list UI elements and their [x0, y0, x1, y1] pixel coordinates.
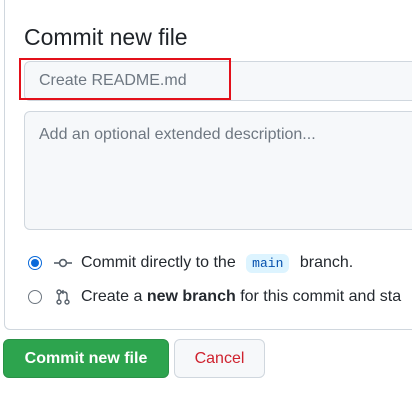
- panel-title: Commit new file: [24, 24, 188, 50]
- option-direct-suffix: branch.: [299, 253, 354, 271]
- option-new-branch-prefix: Create a: [81, 288, 143, 305]
- branch-name-chip: main: [246, 253, 290, 273]
- git-commit-icon: [54, 254, 72, 272]
- git-pull-request-icon: [54, 288, 72, 306]
- radio-commit-directly[interactable]: [28, 256, 42, 270]
- cancel-button[interactable]: Cancel: [174, 339, 265, 378]
- commit-new-file-button[interactable]: Commit new file: [3, 339, 169, 378]
- option-new-branch-bold: new branch: [146, 288, 236, 305]
- option-new-branch-suffix: for this commit and sta: [240, 288, 402, 305]
- commit-form-stage: Commit new file Commit directly to the m…: [0, 0, 412, 399]
- option-direct-prefix: Commit directly to the: [81, 253, 236, 271]
- option-new-branch-text: Create a new branch for this commit and …: [81, 288, 401, 306]
- option-commit-directly[interactable]: Commit directly to the main branch.: [28, 251, 353, 275]
- commit-description-textarea[interactable]: [24, 111, 412, 230]
- option-new-branch[interactable]: Create a new branch for this commit and …: [28, 285, 401, 309]
- radio-new-branch[interactable]: [28, 290, 42, 304]
- commit-summary-input[interactable]: [24, 61, 412, 101]
- option-commit-directly-text: Commit directly to the main branch.: [81, 253, 354, 273]
